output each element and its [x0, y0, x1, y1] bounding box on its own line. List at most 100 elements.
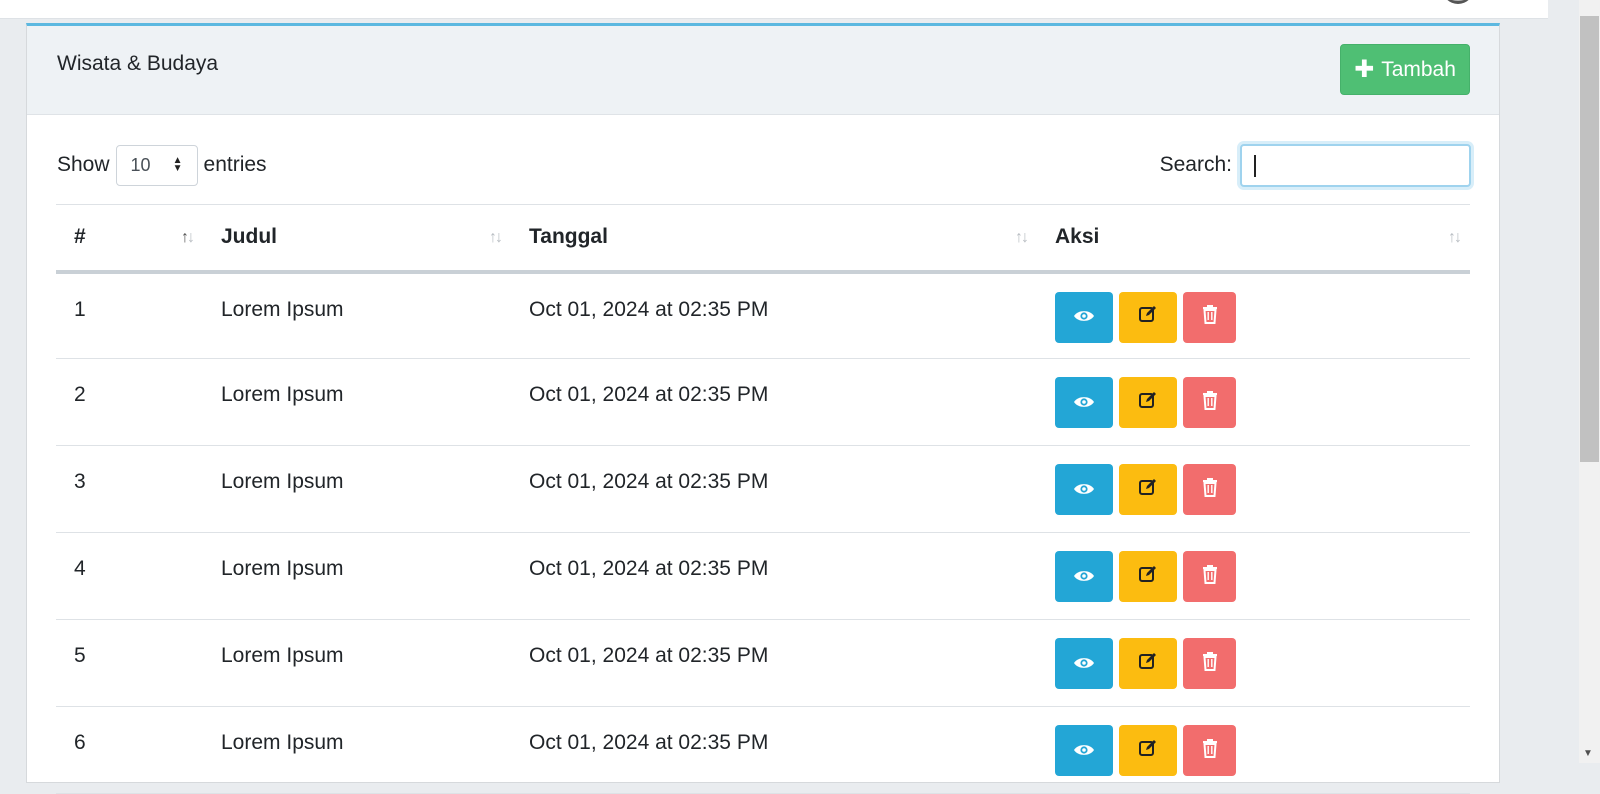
- show-label: Show: [57, 153, 110, 176]
- column-header-label: Tanggal: [529, 225, 608, 249]
- edit-button[interactable]: [1119, 551, 1177, 602]
- cell-aksi: [1037, 706, 1470, 794]
- edit-icon: [1138, 477, 1158, 503]
- view-button[interactable]: [1055, 377, 1113, 428]
- entries-select-value: 10: [130, 154, 151, 175]
- table-header-row: # ↑↓ Judul ↑↓ Tanggal ↑↓ Aksi ↑↓: [56, 204, 1470, 274]
- edit-icon: [1138, 304, 1158, 330]
- edit-button[interactable]: [1119, 725, 1177, 776]
- trash-icon: [1202, 477, 1218, 503]
- column-header-judul[interactable]: Judul ↑↓: [203, 204, 511, 274]
- page-scrollbar[interactable]: ▼: [1579, 0, 1600, 763]
- cell-number: 2: [56, 358, 203, 446]
- view-button[interactable]: [1055, 291, 1113, 343]
- entries-label: entries: [203, 153, 267, 176]
- view-button[interactable]: [1055, 464, 1113, 515]
- delete-button[interactable]: [1183, 464, 1236, 515]
- column-header-label: #: [74, 225, 86, 249]
- cell-aksi: [1037, 445, 1470, 533]
- eye-icon: [1073, 391, 1095, 415]
- data-table: # ↑↓ Judul ↑↓ Tanggal ↑↓ Aksi ↑↓ 1 Lorem …: [56, 204, 1470, 794]
- eye-icon: [1073, 652, 1095, 676]
- view-button[interactable]: [1055, 638, 1113, 689]
- sort-icon: ↑↓: [1448, 229, 1462, 246]
- cell-number: 6: [56, 706, 203, 794]
- eye-icon: [1073, 305, 1095, 329]
- user-avatar[interactable]: [1442, 0, 1474, 4]
- cell-aksi: [1037, 532, 1470, 620]
- delete-button[interactable]: [1183, 551, 1236, 602]
- cell-tanggal: Oct 01, 2024 at 02:35 PM: [511, 445, 1037, 533]
- entries-length-control: Show 10 ▲ ▼ entries: [57, 143, 267, 187]
- card-title: Wisata & Budaya: [57, 52, 219, 75]
- edit-icon: [1138, 738, 1158, 764]
- scrollbar-thumb[interactable]: [1580, 16, 1599, 462]
- sort-icon: ↑↓: [1015, 229, 1029, 246]
- sort-icon: ↑↓: [489, 229, 503, 246]
- sort-asc-icon: ↑↓: [181, 229, 195, 246]
- cell-aksi: [1037, 358, 1470, 446]
- table-row: 4 Lorem Ipsum Oct 01, 2024 at 02:35 PM: [56, 532, 1470, 620]
- search-input[interactable]: [1240, 143, 1471, 187]
- cell-aksi: [1037, 619, 1470, 707]
- edit-button[interactable]: [1119, 291, 1177, 343]
- entries-select[interactable]: 10 ▲ ▼: [115, 144, 198, 186]
- table-row: 3 Lorem Ipsum Oct 01, 2024 at 02:35 PM: [56, 445, 1470, 533]
- eye-icon: [1073, 565, 1095, 589]
- table-row: 2 Lorem Ipsum Oct 01, 2024 at 02:35 PM: [56, 358, 1470, 446]
- edit-button[interactable]: [1119, 464, 1177, 515]
- cell-tanggal: Oct 01, 2024 at 02:35 PM: [511, 532, 1037, 620]
- cell-judul: Lorem Ipsum: [203, 271, 511, 359]
- column-header-tanggal[interactable]: Tanggal ↑↓: [511, 204, 1037, 274]
- text-caret: [1254, 154, 1256, 177]
- delete-button[interactable]: [1183, 291, 1236, 343]
- trash-icon: [1202, 738, 1218, 764]
- cell-tanggal: Oct 01, 2024 at 02:35 PM: [511, 358, 1037, 446]
- cell-judul: Lorem Ipsum: [203, 706, 511, 794]
- top-navbar: [0, 0, 1548, 19]
- cell-judul: Lorem Ipsum: [203, 358, 511, 446]
- cell-number: 1: [56, 271, 203, 359]
- trash-icon: [1202, 564, 1218, 590]
- cell-tanggal: Oct 01, 2024 at 02:35 PM: [511, 619, 1037, 707]
- edit-icon: [1138, 390, 1158, 416]
- cell-aksi: [1037, 271, 1470, 359]
- column-header-label: Judul: [221, 225, 277, 249]
- eye-icon: [1073, 739, 1095, 763]
- view-button[interactable]: [1055, 725, 1113, 776]
- search-control: Search:: [1160, 143, 1471, 187]
- add-button[interactable]: ✚ Tambah: [1340, 44, 1470, 95]
- select-arrows-icon: ▲ ▼: [172, 155, 183, 174]
- edit-icon: [1138, 564, 1158, 590]
- delete-button[interactable]: [1183, 725, 1236, 776]
- trash-icon: [1202, 304, 1218, 330]
- edit-button[interactable]: [1119, 638, 1177, 689]
- column-header-number[interactable]: # ↑↓: [56, 204, 203, 274]
- cell-number: 4: [56, 532, 203, 620]
- table-row: 6 Lorem Ipsum Oct 01, 2024 at 02:35 PM: [56, 706, 1470, 794]
- column-header-aksi[interactable]: Aksi ↑↓: [1037, 204, 1470, 274]
- table-row: 5 Lorem Ipsum Oct 01, 2024 at 02:35 PM: [56, 619, 1470, 707]
- trash-icon: [1202, 390, 1218, 416]
- cell-judul: Lorem Ipsum: [203, 532, 511, 620]
- delete-button[interactable]: [1183, 638, 1236, 689]
- add-button-label: Tambah: [1381, 57, 1456, 81]
- edit-button[interactable]: [1119, 377, 1177, 428]
- table-row: 1 Lorem Ipsum Oct 01, 2024 at 02:35 PM: [56, 271, 1470, 359]
- cell-tanggal: Oct 01, 2024 at 02:35 PM: [511, 706, 1037, 794]
- cell-judul: Lorem Ipsum: [203, 619, 511, 707]
- plus-icon: ✚: [1354, 55, 1375, 83]
- view-button[interactable]: [1055, 551, 1113, 602]
- cell-tanggal: Oct 01, 2024 at 02:35 PM: [511, 271, 1037, 359]
- cell-number: 3: [56, 445, 203, 533]
- delete-button[interactable]: [1183, 377, 1236, 428]
- eye-icon: [1073, 478, 1095, 502]
- search-label: Search:: [1159, 153, 1232, 176]
- column-header-label: Aksi: [1055, 225, 1100, 249]
- cell-judul: Lorem Ipsum: [203, 445, 511, 533]
- trash-icon: [1202, 651, 1218, 677]
- scroll-down-arrow-icon[interactable]: ▼: [1583, 748, 1593, 759]
- card-header: Wisata & Budaya ✚ Tambah: [27, 26, 1499, 115]
- edit-icon: [1138, 651, 1158, 677]
- cell-number: 5: [56, 619, 203, 707]
